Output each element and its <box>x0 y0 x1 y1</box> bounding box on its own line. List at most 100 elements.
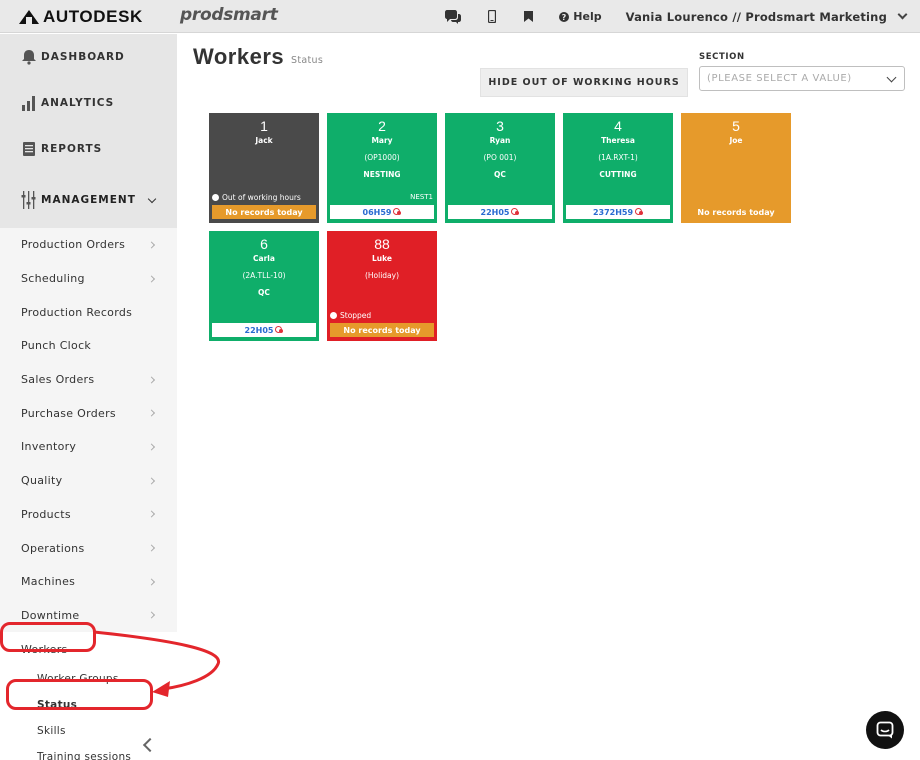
worker-number: 88 <box>374 236 390 252</box>
sidebar-item-machines[interactable]: Machines <box>0 565 177 599</box>
worker-footer: No records today <box>684 205 788 219</box>
sidebar-item-label: ANALYTICS <box>41 97 115 109</box>
sidebar-item-punch-clock[interactable]: Punch Clock <box>0 329 177 363</box>
sidebar-item-scheduling[interactable]: Scheduling <box>0 262 177 296</box>
sidebar-item-label: Production Orders <box>21 238 126 252</box>
worker-name: Joe <box>729 136 743 145</box>
sidebar-item-production-records[interactable]: Production Records <box>0 295 177 329</box>
sidebar-item-sales-orders[interactable]: Sales Orders <box>0 363 177 397</box>
worker-name: Mary <box>371 136 393 145</box>
section-label: SECTION <box>699 52 745 62</box>
worker-order: (PO 001) <box>483 153 517 162</box>
worker-name: Ryan <box>489 136 511 145</box>
chevron-right-icon <box>147 477 156 485</box>
worker-tile[interactable]: 1 Jack Out of working hours No records toda… <box>209 113 319 223</box>
worker-order: (2A.TLL-10) <box>242 271 286 280</box>
mobile-icon[interactable] <box>488 10 497 23</box>
worker-tile[interactable]: 4 Theresa (1A.RXT-1) CUTTING 2372H59 <box>563 113 673 223</box>
sidebar-item-label: Inventory <box>21 440 77 454</box>
section-placeholder: (PLEASE SELECT A VALUE) <box>707 73 852 84</box>
page-subtitle: Status <box>291 55 324 66</box>
sidebar-item-production-orders[interactable]: Production Orders <box>0 228 177 262</box>
sidebar-item-label: Machines <box>21 575 76 589</box>
sidebar-item-operations[interactable]: Operations <box>0 531 177 565</box>
help-label: Help <box>573 10 602 23</box>
sidebar-item-purchase-orders[interactable]: Purchase Orders <box>0 396 177 430</box>
worker-footer-label: 22H05 <box>244 325 274 335</box>
worker-footer: 22H05 <box>212 323 316 337</box>
help-link[interactable]: ? Help <box>559 10 602 23</box>
alert-icon <box>330 312 337 319</box>
user-menu[interactable]: Vania Lourenco // Prodsmart Marketing <box>625 9 908 24</box>
worker-tile[interactable]: 5 Joe No records today <box>681 113 791 223</box>
sliders-icon <box>21 191 36 209</box>
chevron-right-icon <box>147 510 156 518</box>
worker-number: 1 <box>260 118 268 134</box>
question-icon: ? <box>559 11 570 22</box>
chevron-right-icon <box>147 611 156 619</box>
worker-name: Jack <box>255 136 273 145</box>
worker-number: 3 <box>496 118 504 134</box>
autodesk-logo[interactable]: AUTODESK <box>19 7 143 27</box>
sidebar-item-analytics[interactable]: ANALYTICS <box>0 80 177 126</box>
worker-operation: NESTING <box>363 170 401 179</box>
autodesk-logo-icon <box>19 10 39 24</box>
section-select[interactable]: (PLEASE SELECT A VALUE) <box>699 66 905 91</box>
worker-name: Theresa <box>601 136 635 145</box>
sidebar-item-label: Operations <box>21 541 85 555</box>
product-name[interactable]: prodsmart <box>180 5 278 25</box>
worker-name: Luke <box>372 254 392 263</box>
chevron-right-icon <box>147 376 156 384</box>
bar-chart-icon <box>22 96 35 111</box>
sidebar-item-reports[interactable]: REPORTS <box>0 126 177 172</box>
chevron-right-icon <box>147 544 156 552</box>
bookmark-icon[interactable] <box>524 11 534 22</box>
worker-status-label: Stopped <box>340 311 372 320</box>
worker-footer: 2372H59 <box>566 205 670 219</box>
sidebar-item-label: Scheduling <box>21 272 85 286</box>
sidebar-item-label: Sales Orders <box>21 373 95 387</box>
gears-icon <box>511 208 520 216</box>
sidebar-item-quality[interactable]: Quality <box>0 464 177 498</box>
chat-icon[interactable] <box>444 9 462 24</box>
svg-text:?: ? <box>562 13 567 22</box>
worker-footer: 06H59 <box>330 205 434 219</box>
support-chat-button[interactable] <box>866 711 904 749</box>
worker-tile[interactable]: 88 Luke (Holiday) Stopped No records today <box>327 231 437 341</box>
worker-operation: QC <box>494 170 506 179</box>
worker-footer-label: 22H05 <box>480 207 510 217</box>
annotation-status-highlight <box>6 679 153 710</box>
gears-icon <box>275 326 284 334</box>
hide-out-of-working-hours-button[interactable]: HIDE OUT OF WORKING HOURS <box>480 68 688 97</box>
chevron-right-icon <box>147 274 156 283</box>
worker-tile[interactable]: 2 Mary (OP1000) NESTING NEST1 06H59 <box>327 113 437 223</box>
chevron-right-icon <box>147 409 156 417</box>
chat-bubble-icon <box>876 721 894 739</box>
worker-footer-label: No records today <box>225 207 303 217</box>
worker-footer-label: No records today <box>343 325 421 335</box>
worker-footer: No records today <box>212 205 316 219</box>
user-label: Vania Lourenco // Prodsmart Marketing <box>625 9 887 24</box>
worker-order: (OP1000) <box>364 153 400 162</box>
bell-icon <box>22 50 36 65</box>
management-label: MANAGEMENT <box>41 194 136 206</box>
worker-footer: 22H05 <box>448 205 552 219</box>
worker-footer-label: 06H59 <box>362 207 392 217</box>
worker-name: Carla <box>253 254 275 263</box>
document-icon <box>23 142 35 156</box>
clock-icon <box>212 194 219 201</box>
worker-tile[interactable]: 3 Ryan (PO 001) QC 22H05 <box>445 113 555 223</box>
sidebar-section-management[interactable]: MANAGEMENT <box>0 172 177 228</box>
page-title: Workers <box>193 44 285 69</box>
worker-number: 4 <box>614 118 622 134</box>
sidebar-item-dashboard[interactable]: DASHBOARD <box>0 34 177 80</box>
worker-operation: QC <box>258 288 270 297</box>
worker-number: 6 <box>260 236 268 252</box>
sidebar-item-label: Production Records <box>21 305 133 319</box>
worker-status-note: Out of working hours <box>212 193 301 202</box>
sidebar-item-inventory[interactable]: Inventory <box>0 430 177 464</box>
chevron-down-icon <box>886 72 897 83</box>
annotation-workers-highlight <box>0 622 96 652</box>
sidebar-item-products[interactable]: Products <box>0 498 177 532</box>
worker-tile[interactable]: 6 Carla (2A.TLL-10) QC 22H05 <box>209 231 319 341</box>
